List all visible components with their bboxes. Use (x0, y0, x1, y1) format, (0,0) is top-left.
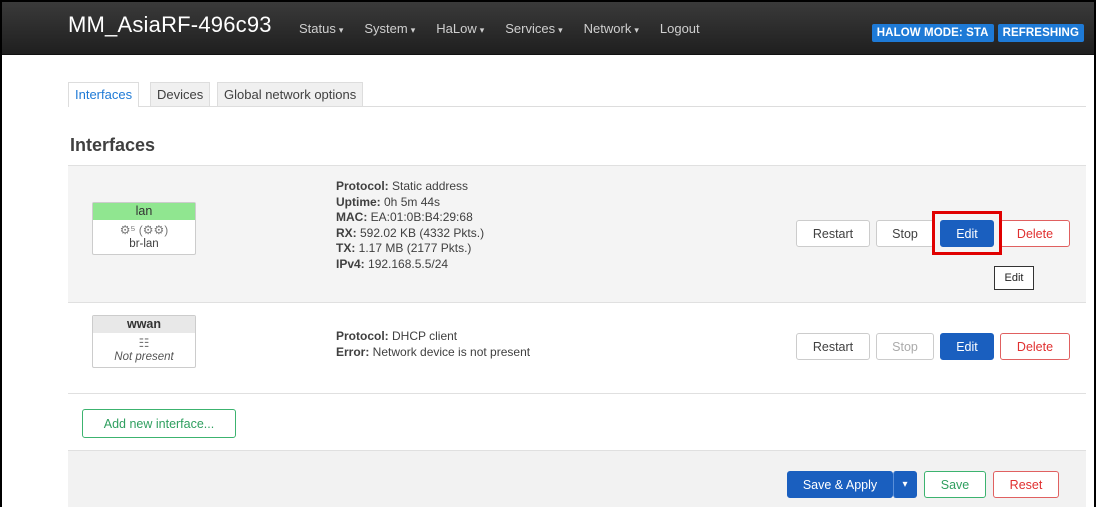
menu-logout[interactable]: Logout (660, 21, 703, 36)
tab-global-network-options[interactable]: Global network options (217, 82, 364, 106)
restart-button[interactable]: Restart (796, 220, 870, 247)
interface-device: br-lan (129, 238, 159, 250)
save-button[interactable]: Save (924, 471, 986, 498)
chevron-down-icon: ▾ (410, 25, 416, 35)
menu-status[interactable]: Status ▾ (299, 21, 343, 36)
interface-name: wwan (93, 316, 195, 333)
edit-button-highlight (932, 211, 1002, 255)
interface-device: Not present (114, 351, 174, 363)
interface-name: lan (93, 203, 195, 220)
edit-tooltip: Edit (994, 266, 1034, 290)
menu-system[interactable]: System ▾ (364, 21, 415, 36)
interface-details-wwan: Protocol: DHCP client Error: Network dev… (336, 329, 531, 359)
brand-title[interactable]: MM_AsiaRF-496c93 (68, 12, 272, 38)
chevron-down-icon: ▾ (338, 25, 344, 35)
tab-interfaces[interactable]: Interfaces (68, 82, 140, 107)
delete-button[interactable]: Delete (1000, 220, 1070, 247)
save-apply-button[interactable]: Save & Apply (787, 471, 893, 498)
interface-badge-wwan: wwan ☷ Not present (92, 315, 196, 368)
browser-frame: MM_AsiaRF-496c93 Status ▾ System ▾ HaLow ▾ … (0, 0, 1096, 507)
add-interface-button[interactable]: Add new interface... (82, 409, 236, 438)
network-device-icon: ☷ (138, 336, 150, 350)
stop-button[interactable]: Stop (876, 220, 934, 247)
tab-bar: Interfaces Devices Global network option… (68, 82, 1086, 107)
menu-halow[interactable]: HaLow ▾ (436, 21, 484, 36)
save-apply-dropdown-toggle[interactable]: ▾ (893, 471, 917, 498)
stop-button[interactable]: Stop (876, 333, 934, 360)
chevron-down-icon: ▾ (634, 25, 639, 35)
status-indicators: HALOW MODE: STA REFRESHING (871, 24, 1084, 42)
main-menu: Status ▾ System ▾ HaLow ▾ Services ▾ Network… (299, 21, 724, 36)
menu-network[interactable]: Network ▾ (584, 21, 639, 36)
halow-mode-badge: HALOW MODE: STA (871, 24, 994, 42)
refreshing-badge[interactable]: REFRESHING (997, 24, 1084, 42)
menu-services[interactable]: Services ▾ (505, 21, 562, 36)
restart-button[interactable]: Restart (796, 333, 870, 360)
chevron-down-icon: ▾ (479, 25, 485, 35)
tab-devices[interactable]: Devices (150, 82, 211, 106)
reset-button[interactable]: Reset (993, 471, 1059, 498)
edit-button[interactable]: Edit (940, 333, 994, 360)
delete-button[interactable]: Delete (1000, 333, 1070, 360)
interface-details-lan: Protocol: Static address Uptime: 0h 5m 4… (336, 179, 485, 271)
page-title: Interfaces (70, 135, 156, 155)
interface-badge-lan: lan ⚙⁵ (⚙⚙) br-lan (92, 202, 196, 255)
network-ports-icon: ⚙⁵ (⚙⚙) (119, 223, 169, 237)
chevron-down-icon: ▾ (902, 479, 908, 490)
top-navbar: MM_AsiaRF-496c93 Status ▾ System ▾ HaLow ▾ … (2, 2, 1094, 55)
chevron-down-icon: ▾ (558, 25, 563, 35)
